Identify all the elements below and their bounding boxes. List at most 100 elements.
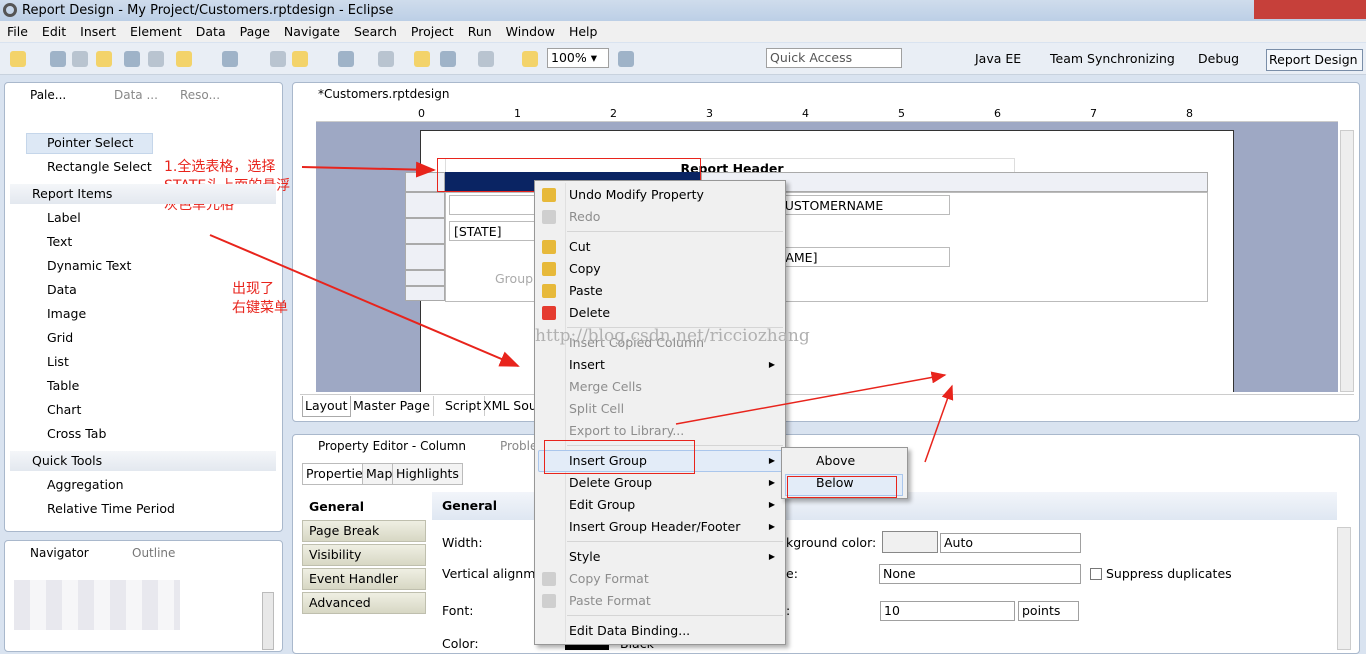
- toolbar-button-icon[interactable]: [618, 51, 634, 67]
- name-cell[interactable]: NAME]: [772, 247, 950, 267]
- quick-tools-header[interactable]: Quick Tools: [10, 451, 276, 471]
- palette-item-relative-time-period[interactable]: Relative Time Period: [47, 499, 175, 519]
- menu-search[interactable]: Search: [347, 21, 404, 42]
- toolbar-button-icon[interactable]: [478, 51, 494, 67]
- category-page-break[interactable]: Page Break: [302, 520, 426, 542]
- menu-project[interactable]: Project: [404, 21, 461, 42]
- tab-layout[interactable]: Layout: [302, 396, 351, 417]
- menu-item-paste[interactable]: Paste: [569, 281, 603, 301]
- toolbar-button-icon[interactable]: [270, 51, 286, 67]
- font-size-select[interactable]: 10: [880, 601, 1015, 621]
- tab-palette[interactable]: Pale...: [30, 85, 66, 105]
- palette-item-cross-tab[interactable]: Cross Tab: [47, 424, 106, 444]
- menu-navigate[interactable]: Navigate: [277, 21, 347, 42]
- submenu-item-above[interactable]: Above: [816, 451, 855, 471]
- tab-navigator[interactable]: Navigator: [30, 543, 89, 563]
- zoom-select[interactable]: 100% ▾: [547, 48, 609, 68]
- footer-row-handle[interactable]: [405, 286, 445, 301]
- toolbar-button-icon[interactable]: [338, 51, 354, 67]
- tool-rectangle-select[interactable]: Rectangle Select: [47, 157, 152, 177]
- tab-resource-explorer[interactable]: Reso...: [180, 85, 220, 105]
- toolbar-button-icon[interactable]: [124, 51, 140, 67]
- toolbar-button-icon[interactable]: [72, 51, 88, 67]
- background-color-swatch[interactable]: [882, 531, 938, 553]
- menu-element[interactable]: Element: [123, 21, 189, 42]
- style-select[interactable]: None: [879, 564, 1081, 584]
- state-cell[interactable]: [STATE]: [449, 221, 539, 241]
- toolbar-button-icon[interactable]: [176, 51, 192, 67]
- toolbar-button-icon[interactable]: [292, 51, 308, 67]
- palette-item-dynamic-text[interactable]: Dynamic Text: [47, 256, 131, 276]
- menu-item-delete-group[interactable]: Delete Group: [569, 473, 652, 493]
- palette-item-data[interactable]: Data: [47, 280, 77, 300]
- navigator-scrollbar[interactable]: [262, 592, 274, 650]
- category-event-handler[interactable]: Event Handler: [302, 568, 426, 590]
- toolbar-button-icon[interactable]: [96, 51, 112, 67]
- tab-script[interactable]: Script: [442, 396, 486, 416]
- tab-customers-rptdesign[interactable]: *Customers.rptdesign: [318, 84, 449, 104]
- menu-page[interactable]: Page: [233, 21, 277, 42]
- menu-edit[interactable]: Edit: [35, 21, 73, 42]
- customername-cell[interactable]: CUSTOMERNAME: [772, 195, 950, 215]
- toolbar-button-icon[interactable]: [222, 51, 238, 67]
- toolbar-button-icon[interactable]: [414, 51, 430, 67]
- menu-run[interactable]: Run: [461, 21, 499, 42]
- menu-item-undo-modify-property[interactable]: Undo Modify Property: [569, 185, 704, 205]
- perspective-java-ee[interactable]: Java EE: [975, 49, 1021, 69]
- palette-item-grid[interactable]: Grid: [47, 328, 73, 348]
- tool-pointer-select[interactable]: Pointer Select: [47, 133, 133, 153]
- perspective-report-design[interactable]: Report Design: [1266, 49, 1363, 71]
- palette-item-chart[interactable]: Chart: [47, 400, 81, 420]
- menu-data[interactable]: Data: [189, 21, 233, 42]
- window-controls[interactable]: [1254, 0, 1366, 19]
- palette-item-label[interactable]: Label: [47, 208, 81, 228]
- editor-scrollbar[interactable]: [1340, 130, 1354, 392]
- tab-master-page[interactable]: Master Page: [350, 396, 434, 416]
- menu-item-cut[interactable]: Cut: [569, 237, 591, 257]
- suppress-duplicates-checkbox[interactable]: [1090, 568, 1102, 580]
- menu-item-edit-group[interactable]: Edit Group: [569, 495, 635, 515]
- toolbar-button-icon[interactable]: [148, 51, 164, 67]
- palette-item-aggregation[interactable]: Aggregation: [47, 475, 124, 495]
- report-items-header[interactable]: Report Items: [10, 184, 276, 204]
- toolbar-button-icon[interactable]: [440, 51, 456, 67]
- menu-insert[interactable]: Insert: [73, 21, 123, 42]
- palette-item-text[interactable]: Text: [47, 232, 72, 252]
- menu-item-edit-data-binding[interactable]: Edit Data Binding...: [569, 621, 690, 641]
- menu-item-delete[interactable]: Delete: [569, 303, 610, 323]
- menu-item-insert-group-header-footer[interactable]: Insert Group Header/Footer: [569, 517, 740, 537]
- menu-window[interactable]: Window: [499, 21, 562, 42]
- menu-help[interactable]: Help: [562, 21, 605, 42]
- toolbar-button-icon[interactable]: [50, 51, 66, 67]
- tab-outline[interactable]: Outline: [132, 543, 175, 563]
- palette-item-image[interactable]: Image: [47, 304, 86, 324]
- perspective-debug[interactable]: Debug: [1198, 49, 1239, 69]
- header-row-handle[interactable]: [405, 192, 445, 218]
- tab-property-editor[interactable]: Property Editor - Column: [318, 436, 466, 456]
- category-advanced[interactable]: Advanced: [302, 592, 426, 614]
- subtab-highlights[interactable]: Highlights: [392, 463, 463, 485]
- quick-access-input[interactable]: Quick Access: [766, 48, 902, 68]
- toolbar-button-icon[interactable]: [522, 51, 538, 67]
- background-color-select[interactable]: Auto: [940, 533, 1081, 553]
- tab-problems[interactable]: Proble: [500, 436, 537, 456]
- toolbar-button-icon[interactable]: [378, 51, 394, 67]
- empty-header-cell[interactable]: [449, 195, 539, 215]
- font-unit-select[interactable]: points: [1018, 601, 1079, 621]
- menu-file[interactable]: File: [0, 21, 35, 42]
- toolbar-button-icon[interactable]: [10, 51, 26, 67]
- menu-item-copy[interactable]: Copy: [569, 259, 601, 279]
- palette-item-table[interactable]: Table: [47, 376, 79, 396]
- category-visibility[interactable]: Visibility: [302, 544, 426, 566]
- group-footer-row-handle[interactable]: [405, 270, 445, 286]
- perspective-team-synchronizing[interactable]: Team Synchronizing: [1050, 49, 1175, 69]
- paste-icon: [542, 284, 556, 298]
- category-general[interactable]: General: [302, 496, 426, 518]
- detail-row-handle[interactable]: [405, 244, 445, 270]
- menu-item-insert[interactable]: Insert: [569, 355, 605, 375]
- menu-item-style[interactable]: Style: [569, 547, 600, 567]
- group-header-row-handle[interactable]: [405, 218, 445, 244]
- tab-data-explorer[interactable]: Data ...: [114, 85, 158, 105]
- palette-item-list[interactable]: List: [47, 352, 69, 372]
- property-scrollbar[interactable]: [1337, 527, 1351, 650]
